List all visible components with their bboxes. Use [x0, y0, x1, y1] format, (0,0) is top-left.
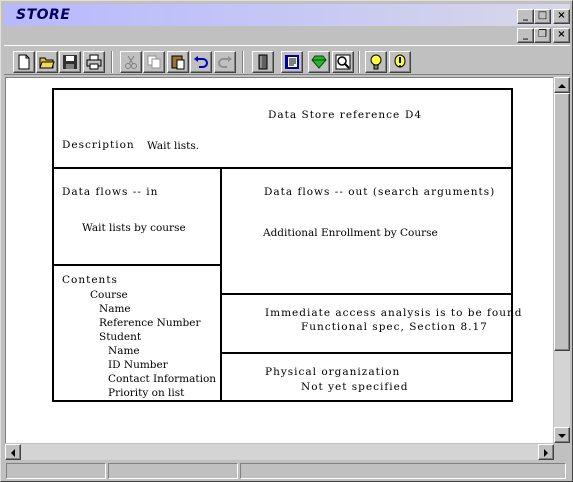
contents-label: Contents	[62, 274, 118, 286]
data-store-reference-id: D4	[405, 109, 423, 121]
contents-item: Student	[99, 331, 142, 343]
info-icon	[394, 54, 406, 68]
data-store-reference-label: Data Store reference	[268, 109, 401, 121]
copy-button[interactable]	[143, 51, 165, 73]
flows-in-label: Data flows -- in	[62, 186, 159, 198]
arrow-left-icon	[11, 449, 15, 457]
print-button[interactable]	[83, 51, 105, 73]
vertical-scroll-thumb[interactable]	[554, 93, 570, 351]
scroll-right-button[interactable]	[538, 444, 554, 460]
close-button[interactable]: ×	[553, 9, 570, 24]
status-pane	[240, 463, 566, 479]
divider-line	[221, 293, 511, 295]
flows-out-value: Additional Enrollment by Course	[263, 227, 438, 239]
store-window: STORE _ □ × _ ❐ × Data Store reference D…	[0, 0, 573, 482]
doc-minimize-button[interactable]: _	[517, 28, 534, 43]
zoom-button[interactable]	[332, 51, 354, 73]
open-folder-icon	[39, 57, 55, 69]
new-document-icon	[18, 54, 30, 70]
print-icon	[86, 54, 102, 70]
flows-out-label: Data flows -- out (search arguments)	[264, 186, 496, 198]
physical-organization-value: Not yet specified	[301, 381, 409, 393]
close-icon: ×	[557, 29, 566, 40]
minimize-button[interactable]: _	[517, 9, 534, 24]
minimize-icon: _	[523, 10, 528, 21]
window-title: STORE	[16, 7, 71, 23]
data-store-form: Data Store reference D4 Description Wait…	[52, 88, 521, 402]
lightbulb-button[interactable]	[365, 51, 387, 73]
document-view-button[interactable]	[281, 51, 303, 73]
book-icon	[258, 54, 268, 70]
zoom-icon	[335, 54, 351, 70]
access-analysis-label: Immediate access analysis is to be found	[265, 307, 523, 319]
contents-item: ID Number	[108, 359, 168, 371]
status-bar	[4, 462, 570, 480]
save-icon	[63, 55, 77, 69]
doc-close-button[interactable]: ×	[553, 28, 570, 43]
restore-icon: ❐	[538, 29, 547, 40]
lightbulb-icon	[370, 54, 382, 70]
access-analysis-value: Functional spec, Section 8.17	[301, 321, 488, 333]
doc-restore-button[interactable]: ❐	[534, 28, 551, 43]
title-bar[interactable]: STORE	[4, 4, 570, 26]
arrow-right-icon	[544, 449, 548, 457]
document-canvas[interactable]: Data Store reference D4 Description Wait…	[5, 77, 553, 443]
status-pane	[108, 463, 238, 479]
book-button[interactable]	[252, 51, 274, 73]
status-pane	[6, 463, 106, 479]
divider-line	[221, 352, 511, 354]
divider-line	[54, 264, 221, 266]
maximize-button[interactable]: □	[534, 9, 551, 24]
maximize-icon: □	[537, 10, 548, 21]
close-icon: ×	[557, 10, 566, 21]
arrow-up-icon	[558, 84, 566, 88]
vertical-scrollbar[interactable]	[554, 77, 570, 443]
document-view-icon	[285, 55, 299, 69]
open-button[interactable]	[36, 51, 58, 73]
redo-button[interactable]	[214, 51, 236, 73]
divider-line	[220, 167, 222, 400]
undo-button[interactable]	[190, 51, 212, 73]
paste-icon	[171, 55, 185, 70]
cut-button[interactable]	[120, 51, 142, 73]
horizontal-scrollbar[interactable]	[5, 444, 554, 460]
gem-button[interactable]	[308, 51, 330, 73]
contents-item: Name	[108, 345, 140, 357]
contents-item: Name	[99, 303, 131, 315]
minimize-icon: _	[523, 29, 528, 40]
cut-icon	[125, 55, 137, 69]
contents-item: Contact Information	[108, 373, 217, 385]
copy-icon	[147, 55, 161, 69]
scroll-up-button[interactable]	[554, 77, 570, 93]
undo-icon	[194, 56, 208, 68]
divider-line	[54, 167, 511, 169]
toolbar-separator	[358, 51, 360, 73]
description-value: Wait lists.	[147, 140, 200, 152]
description-label: Description	[62, 139, 135, 151]
paste-button[interactable]	[167, 51, 189, 73]
scroll-down-button[interactable]	[554, 427, 570, 443]
toolbar-separator	[111, 51, 113, 73]
new-document-button[interactable]	[13, 51, 35, 73]
redo-icon	[218, 56, 232, 68]
contents-item: Reference Number	[99, 317, 201, 329]
save-button[interactable]	[59, 51, 81, 73]
physical-organization-label: Physical organization	[265, 366, 401, 378]
gem-icon	[311, 55, 327, 69]
toolbar-separator	[242, 51, 244, 73]
contents-item: Priority on list	[108, 387, 185, 399]
info-button[interactable]	[389, 51, 411, 73]
scroll-left-button[interactable]	[5, 444, 21, 460]
flows-in-value: Wait lists by course	[82, 222, 186, 234]
arrow-down-icon	[558, 434, 566, 438]
scrollbar-corner	[554, 444, 570, 460]
contents-item: Course	[90, 289, 128, 301]
